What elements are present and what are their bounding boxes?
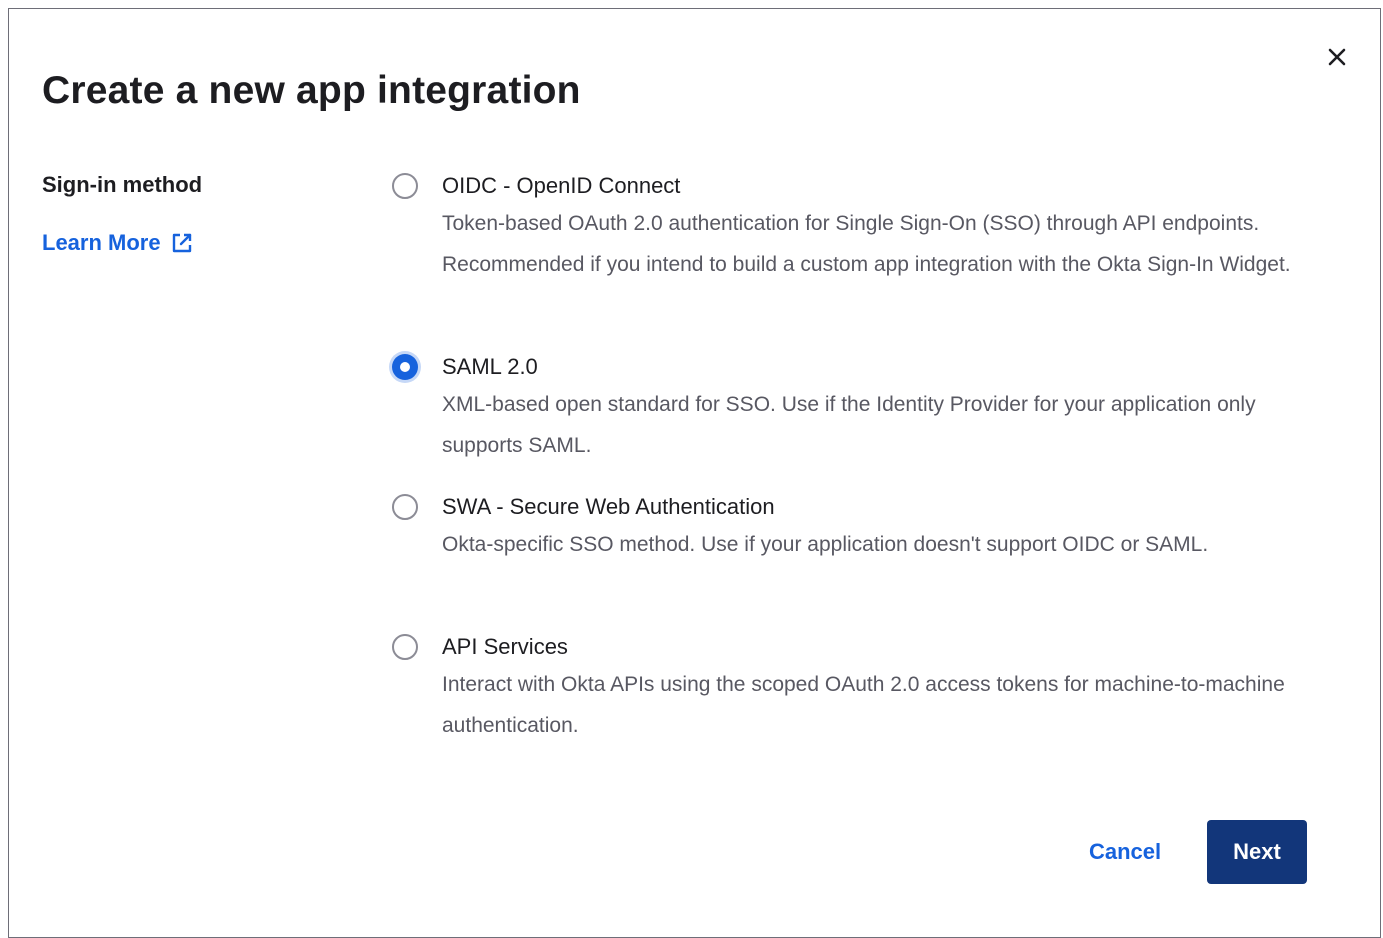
- radio-api-services[interactable]: [392, 634, 418, 660]
- option-swa[interactable]: SWA - Secure Web Authentication Okta-spe…: [389, 490, 1309, 630]
- option-description: Okta-specific SSO method. Use if your ap…: [442, 533, 1209, 556]
- option-description: Interact with Okta APIs using the scoped…: [442, 673, 1285, 737]
- radio-swa[interactable]: [392, 494, 418, 520]
- option-description: XML-based open standard for SSO. Use if …: [442, 393, 1256, 457]
- cancel-button[interactable]: Cancel: [1075, 820, 1175, 884]
- close-icon: [1328, 48, 1346, 66]
- external-link-icon: [172, 233, 191, 253]
- option-api-services[interactable]: API Services Interact with Okta APIs usi…: [389, 630, 1309, 737]
- radio-saml[interactable]: [392, 354, 418, 380]
- learn-more-link[interactable]: Learn More: [42, 228, 193, 258]
- sign-in-method-label: Sign-in method: [42, 172, 203, 197]
- option-description: Token-based OAuth 2.0 authentication for…: [442, 212, 1291, 276]
- option-oidc[interactable]: OIDC - OpenID Connect Token-based OAuth …: [389, 169, 1309, 350]
- radio-oidc[interactable]: [392, 173, 418, 199]
- option-label: SAML 2.0: [442, 354, 538, 379]
- dialog-title: Create a new app integration: [42, 69, 581, 112]
- option-label: SWA - Secure Web Authentication: [442, 494, 775, 519]
- option-label: API Services: [442, 634, 568, 659]
- learn-more-label: Learn More: [42, 230, 161, 255]
- next-button[interactable]: Next: [1207, 820, 1307, 884]
- sign-in-method-options: OIDC - OpenID Connect Token-based OAuth …: [389, 169, 1309, 737]
- close-button[interactable]: [1321, 41, 1353, 73]
- option-saml[interactable]: SAML 2.0 XML-based open standard for SSO…: [389, 350, 1309, 490]
- option-label: OIDC - OpenID Connect: [442, 173, 681, 198]
- create-app-integration-dialog: Create a new app integration Sign-in met…: [8, 8, 1381, 938]
